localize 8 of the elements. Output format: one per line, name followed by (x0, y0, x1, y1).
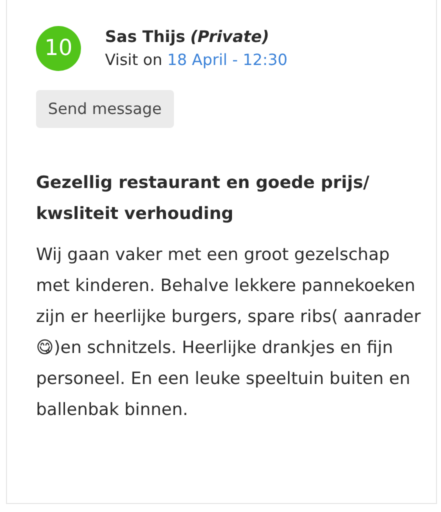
send-message-button[interactable]: Send message (36, 90, 174, 128)
author-type: (Private) (190, 26, 270, 48)
visit-label: Visit on (105, 50, 162, 71)
visit-date-link[interactable]: 18 April - 12:30 (167, 48, 288, 72)
author-name: Sas Thijs (105, 26, 186, 48)
review-title: Gezellig restaurant en goede prijs/ kwsliteit verhouding (36, 172, 370, 226)
review-text: Wij gaan vaker met een groot gezelschap met kinderen. Behalve lekkere pannekoeken zijn er heerlijke burgers, spare ribs( aanrader😋)en schnitzels. Heerlijke drankjes en fijn personeel. En een leuke speeltuin buiten en ballenbak binnen. (36, 244, 422, 422)
score-badge: 10 (36, 26, 81, 71)
